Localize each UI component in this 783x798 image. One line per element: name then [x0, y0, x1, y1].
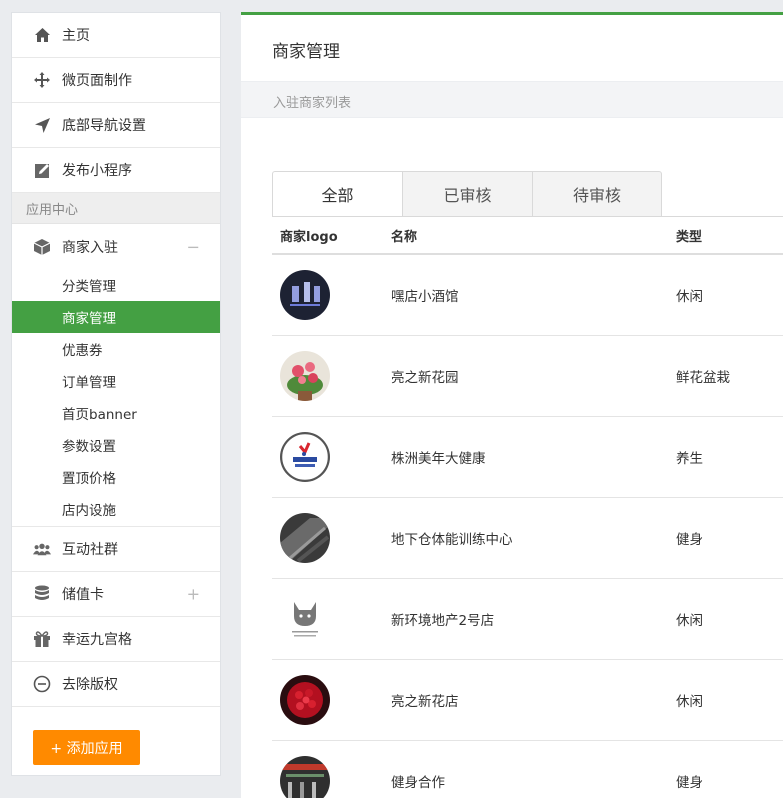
merchant-type: 鲜花盆栽 [676, 370, 730, 386]
merchant-name: 株洲美年大健康 [391, 451, 486, 467]
tab-approved[interactable]: 已审核 [402, 171, 532, 217]
merchant-name: 亮之新花店 [391, 694, 459, 710]
nav-item-label: 去除版权 [62, 677, 118, 693]
merchant-name: 地下仓体能训练中心 [391, 532, 513, 548]
flower-logo-image [280, 351, 330, 401]
merchant-sub-list: 分类管理 商家管理 优惠券 订单管理 首页banner 参数设置 置顶价格 店内… [12, 269, 220, 527]
sidebar: 主页 微页面制作 底部导航设置 发布小程序 应用中心 商家入驻 − 分类管理 商… [11, 12, 221, 776]
nav-item-label: 互动社群 [62, 542, 118, 558]
tab-all[interactable]: 全部 [272, 171, 402, 217]
roses-logo-image [280, 675, 330, 725]
table-row[interactable]: 健身合作 健身 [272, 741, 783, 798]
move-icon [33, 71, 51, 89]
add-app-button[interactable]: + 添加应用 [33, 730, 140, 765]
sub-item-category[interactable]: 分类管理 [12, 269, 220, 301]
nav-item-community[interactable]: 互动社群 [12, 527, 220, 572]
breadcrumb: 入驻商家列表 [241, 81, 783, 118]
merchant-name: 新环境地产2号店 [391, 613, 495, 629]
fitness-logo-image [280, 756, 330, 798]
health-logo-image [280, 432, 330, 482]
nav-item-label: 幸运九宫格 [62, 632, 132, 648]
navigation-arrow-icon [33, 116, 51, 134]
table-row[interactable]: 亮之新花园 鲜花盆栽 [272, 336, 783, 417]
sub-item-orders[interactable]: 订单管理 [12, 365, 220, 397]
table-row[interactable]: 亮之新花店 休闲 [272, 660, 783, 741]
nav-item-stored-value-card[interactable]: 储值卡 + [12, 572, 220, 617]
nav-item-lucky-grid[interactable]: 幸运九宫格 [12, 617, 220, 662]
nav-item-label: 储值卡 [62, 587, 104, 603]
sub-item-coupon[interactable]: 优惠券 [12, 333, 220, 365]
nav-item-micro-page[interactable]: 微页面制作 [12, 58, 220, 103]
merchant-type: 养生 [676, 451, 703, 467]
gift-icon [33, 630, 51, 648]
merchant-name: 健身合作 [391, 775, 445, 791]
tab-bar: 全部 已审核 待审核 [272, 171, 662, 217]
merchant-type: 健身 [676, 532, 703, 548]
nav-item-publish[interactable]: 发布小程序 [12, 148, 220, 193]
column-header-logo: 商家logo [280, 229, 338, 245]
collapse-toggle-icon[interactable]: − [187, 237, 200, 256]
merchant-type: 休闲 [676, 694, 703, 710]
nav-item-label: 微页面制作 [62, 73, 132, 89]
breadcrumb-label: 入驻商家列表 [273, 96, 352, 111]
merchant-name: 亮之新花园 [391, 370, 459, 386]
column-header-name: 名称 [391, 229, 418, 245]
nav-item-bottom-nav[interactable]: 底部导航设置 [12, 103, 220, 148]
merchant-table: 商家logo 名称 类型 嘿店小酒馆 休闲 亮之新花园 鲜花盆栽 株洲美年大健康… [272, 216, 783, 798]
nav-item-label: 底部导航设置 [62, 118, 146, 134]
database-icon [33, 585, 51, 603]
page-title: 商家管理 [272, 42, 340, 62]
tab-pending[interactable]: 待审核 [532, 171, 662, 217]
edit-square-icon [33, 161, 51, 179]
column-header-type: 类型 [676, 229, 703, 245]
minus-circle-icon [33, 675, 51, 693]
sub-item-banner[interactable]: 首页banner [12, 397, 220, 429]
table-row[interactable]: 地下仓体能训练中心 健身 [272, 498, 783, 579]
sub-item-params[interactable]: 参数设置 [12, 429, 220, 461]
section-header-app-center: 应用中心 [12, 193, 220, 224]
merchant-type: 休闲 [676, 289, 703, 305]
bar-logo-image [280, 270, 330, 320]
sub-item-top-price[interactable]: 置顶价格 [12, 461, 220, 493]
users-icon [33, 540, 51, 558]
merchant-type: 休闲 [676, 613, 703, 629]
sub-item-facilities[interactable]: 店内设施 [12, 493, 220, 525]
nav-item-label: 主页 [62, 28, 90, 44]
expand-toggle-icon[interactable]: + [187, 585, 200, 604]
cube-icon [33, 238, 51, 256]
cat-logo-image [280, 594, 330, 644]
table-header: 商家logo 名称 类型 [272, 217, 783, 255]
main-panel: 商家管理 入驻商家列表 全部 已审核 待审核 商家logo 名称 类型 嘿店小酒 [241, 12, 783, 798]
nav-item-remove-copyright[interactable]: 去除版权 [12, 662, 220, 707]
nav-item-label: 发布小程序 [62, 163, 132, 179]
nav-group-merchant[interactable]: 商家入驻 − [12, 224, 220, 269]
merchant-type: 健身 [676, 775, 703, 791]
nav-group-label: 商家入驻 [62, 239, 118, 256]
merchant-name: 嘿店小酒馆 [391, 289, 459, 305]
table-row[interactable]: 新环境地产2号店 休闲 [272, 579, 783, 660]
home-icon [33, 26, 51, 44]
sub-item-merchant-manage[interactable]: 商家管理 [12, 301, 220, 333]
gym-logo-image [280, 513, 330, 563]
nav-item-home[interactable]: 主页 [12, 13, 220, 58]
table-row[interactable]: 株洲美年大健康 养生 [272, 417, 783, 498]
table-row[interactable]: 嘿店小酒馆 休闲 [272, 255, 783, 336]
